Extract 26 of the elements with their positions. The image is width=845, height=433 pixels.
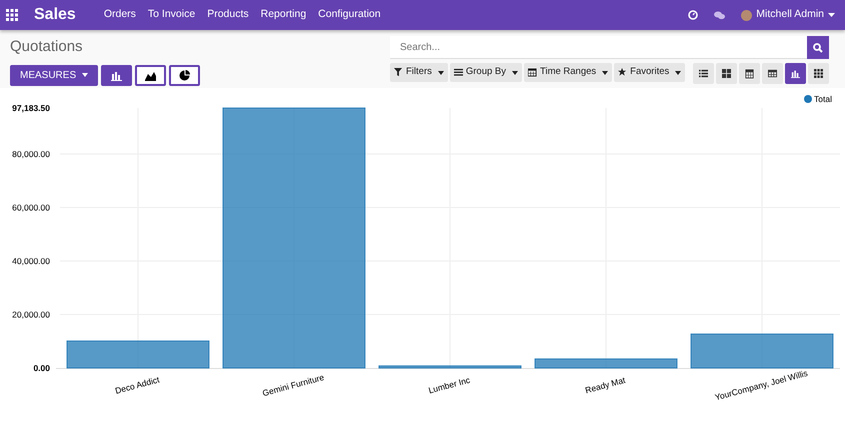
menu-item[interactable]: Products xyxy=(207,7,249,23)
search-field[interactable]: Search... xyxy=(390,36,807,59)
page-title: Quotations xyxy=(10,37,84,57)
y-axis-label: 40,000.00 xyxy=(12,256,50,266)
x-axis-label: Deco Addict xyxy=(114,374,160,396)
x-axis-label: Lumber Inc xyxy=(427,374,472,396)
x-axis-label: Gemini Furniture xyxy=(261,372,326,398)
menu-item[interactable]: Reporting xyxy=(260,7,306,23)
menu-item[interactable]: Configuration xyxy=(318,7,381,23)
y-axis-label: 20,000.00 xyxy=(12,310,50,320)
legend-label: Total xyxy=(814,94,832,104)
time-dropdown[interactable]: Time Ranges xyxy=(524,63,612,82)
y-axis-label: 80,000.00 xyxy=(12,148,50,159)
filter-dropdown[interactable]: Filters xyxy=(390,63,448,82)
menu-item[interactable]: Orders xyxy=(104,7,136,23)
favorite-dropdown[interactable]: Favorites xyxy=(614,63,686,82)
y-axis-label: 60,000.00 xyxy=(12,202,50,212)
y-axis-label: 0.00 xyxy=(33,363,50,373)
legend-item[interactable]: Total xyxy=(804,94,832,104)
user-menu[interactable]: Mitchell Admin xyxy=(741,7,835,23)
y-axis-label: 97,183.50 xyxy=(12,103,50,113)
groupby-dropdown[interactable]: Group By xyxy=(450,63,522,82)
app-title: Sales xyxy=(34,5,76,25)
measures-button[interactable]: MEASURES xyxy=(10,64,98,86)
x-axis-label: Ready Mat xyxy=(584,374,626,396)
menu-item[interactable]: To Invoice xyxy=(148,7,196,23)
